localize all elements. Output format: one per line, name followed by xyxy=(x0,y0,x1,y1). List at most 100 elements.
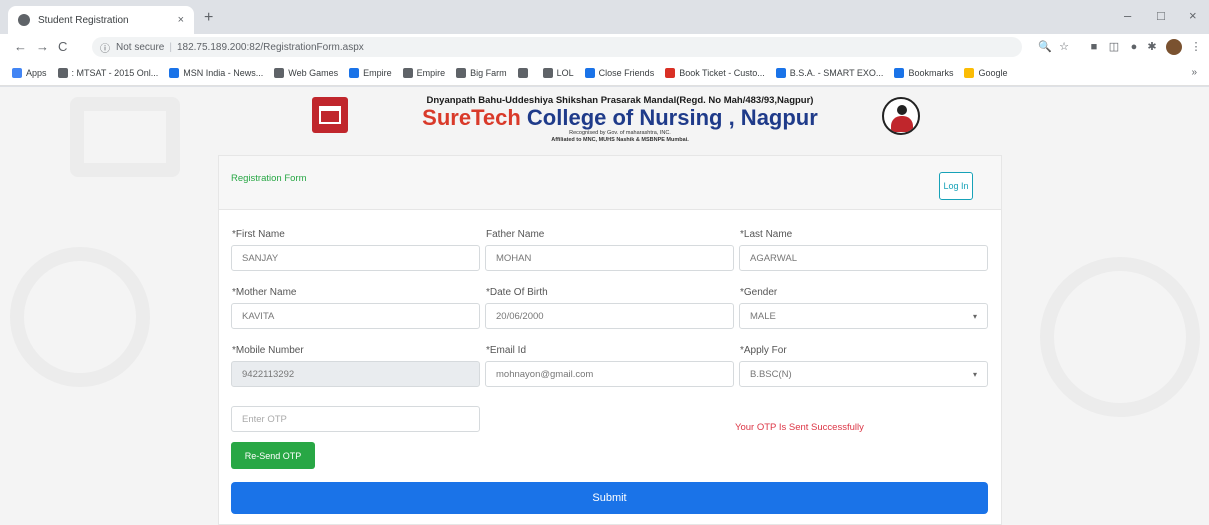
father-name-input[interactable] xyxy=(485,245,734,271)
recognition-text: Recognised by Gov. of maharashtra, INC. xyxy=(569,130,671,136)
registration-card: Registration Form Log In *First Name Fat… xyxy=(218,155,1002,525)
bookmark-favicon-icon xyxy=(402,67,413,78)
background-decoration xyxy=(10,247,150,387)
bookmark-label: Book Ticket - Custo... xyxy=(679,67,765,78)
bookmark-favicon-icon xyxy=(349,67,360,78)
back-arrow-icon[interactable]: ← xyxy=(14,39,27,54)
tab-title: Student Registration xyxy=(38,14,129,26)
bookmark-item[interactable]: Close Friends xyxy=(584,67,655,78)
bookmark-favicon-icon xyxy=(456,67,467,78)
dob-label: *Date Of Birth xyxy=(486,287,548,298)
bookmark-item[interactable]: : MTSAT - 2015 Onl... xyxy=(57,67,159,78)
bookmark-favicon-icon xyxy=(57,67,68,78)
otp-status-message: Your OTP Is Sent Successfully xyxy=(735,422,864,433)
browser-tab[interactable]: Student Registration × xyxy=(8,6,194,34)
bookmark-item[interactable] xyxy=(517,67,532,78)
reload-icon[interactable]: C xyxy=(58,39,67,54)
maximize-button[interactable]: □ xyxy=(1157,8,1165,23)
mobile-input[interactable] xyxy=(231,361,480,387)
college-name-rest: College of Nursing , Nagpur xyxy=(520,105,818,130)
chevron-down-icon: ▾ xyxy=(973,312,978,321)
info-icon: ⓘ xyxy=(100,43,110,55)
bookmark-favicon-icon xyxy=(274,67,285,78)
bookmark-favicon-icon xyxy=(542,67,553,78)
nurse-emblem xyxy=(882,97,920,135)
page-favicon-icon xyxy=(18,14,30,26)
card-header: Registration Form Log In xyxy=(219,156,1001,210)
bookmark-label: : MTSAT - 2015 Onl... xyxy=(71,67,159,78)
first-name-label: *First Name xyxy=(232,229,285,240)
father-name-label: Father Name xyxy=(486,229,545,240)
bookmark-item[interactable]: B.S.A. - SMART EXO... xyxy=(775,67,883,78)
extensions-puzzle-icon[interactable]: ✱ xyxy=(1146,41,1158,53)
zoom-icon[interactable]: 🔍 xyxy=(1038,41,1052,53)
college-brand: SureTech xyxy=(422,105,521,130)
chevron-down-icon: ▾ xyxy=(973,370,978,379)
close-window-button[interactable]: × xyxy=(1189,8,1197,23)
bookmark-label: Web Games xyxy=(288,67,339,78)
apply-for-select[interactable] xyxy=(739,361,988,387)
bookmark-item[interactable]: Web Games xyxy=(274,67,339,78)
bookmark-label: LOL xyxy=(556,67,574,78)
bookmark-item[interactable]: Empire xyxy=(349,67,392,78)
college-title-block: Dnyanpath Bahu-Uddeshiya Shikshan Prasar… xyxy=(380,95,860,144)
otp-input[interactable] xyxy=(231,406,480,432)
page-content: Dnyanpath Bahu-Uddeshiya Shikshan Prasar… xyxy=(0,87,1209,525)
login-button[interactable]: Log In xyxy=(939,172,973,200)
profile-avatar[interactable] xyxy=(1166,39,1182,55)
bookmark-favicon-icon xyxy=(894,67,905,78)
extension-icon[interactable]: ■ xyxy=(1088,41,1100,53)
bookmarks-more-icon[interactable]: » xyxy=(1191,67,1197,78)
bookmark-label: Empire xyxy=(363,67,392,78)
minimize-button[interactable]: – xyxy=(1124,8,1131,23)
url-host: 182.75.189.200 xyxy=(176,41,247,53)
bookmark-label: Apps xyxy=(26,67,47,78)
bookmark-item[interactable]: Apps xyxy=(12,67,47,78)
first-name-input[interactable] xyxy=(231,245,480,271)
dob-input[interactable] xyxy=(485,303,734,329)
bookmark-favicon-icon xyxy=(964,67,975,78)
bookmark-favicon-icon xyxy=(665,67,676,78)
bookmark-favicon-icon xyxy=(584,67,595,78)
address-divider: | xyxy=(169,41,172,53)
college-name: SureTech College of Nursing , Nagpur xyxy=(380,106,860,130)
star-icon[interactable]: ☆ xyxy=(1058,41,1070,53)
menu-kebab-icon[interactable]: ⋮ xyxy=(1190,41,1202,53)
background-decoration xyxy=(1040,257,1200,417)
bookmark-favicon-icon xyxy=(12,67,22,78)
bookmark-item[interactable]: LOL xyxy=(542,67,574,78)
security-label: Not secure xyxy=(116,41,165,53)
resend-otp-button[interactable]: Re-Send OTP xyxy=(231,442,315,469)
address-bar[interactable]: ⓘ Not secure | 182.75.189.200 :82/Regist… xyxy=(92,37,1022,57)
mother-name-label: *Mother Name xyxy=(232,287,297,298)
bookmark-item[interactable]: Big Farm xyxy=(456,67,507,78)
tab-strip: Student Registration × + – □ × xyxy=(0,0,1209,34)
new-tab-button[interactable]: + xyxy=(204,9,213,27)
bookmark-item[interactable]: Google xyxy=(964,67,1007,78)
bookmark-favicon-icon xyxy=(169,67,180,78)
bookmark-item[interactable]: Book Ticket - Custo... xyxy=(665,67,765,78)
bookmark-label: Close Friends xyxy=(598,67,655,78)
extension-icon-3[interactable]: ● xyxy=(1128,41,1140,53)
forward-arrow-icon[interactable]: → xyxy=(36,39,49,54)
bookmark-item[interactable]: MSN India - News... xyxy=(169,67,264,78)
college-header: Dnyanpath Bahu-Uddeshiya Shikshan Prasar… xyxy=(0,87,1209,147)
last-name-input[interactable] xyxy=(739,245,988,271)
tab-close-icon[interactable]: × xyxy=(178,14,184,26)
affiliation-text: Affiliated to MNC, MUHS Nashik & MSBNPE … xyxy=(551,137,689,143)
email-label: *Email Id xyxy=(486,345,527,356)
college-logo xyxy=(312,97,348,133)
bookmark-label: Empire xyxy=(416,67,446,78)
email-input[interactable] xyxy=(485,361,734,387)
bookmark-label: MSN India - News... xyxy=(183,67,264,78)
bookmark-item[interactable]: Empire xyxy=(402,67,446,78)
browser-toolbar: ← → C ⓘ Not secure | 182.75.189.200 :82/… xyxy=(0,34,1209,60)
last-name-label: *Last Name xyxy=(740,229,793,240)
bookmark-favicon-icon xyxy=(517,67,528,78)
gender-label: *Gender xyxy=(740,287,778,298)
extension-icon-2[interactable]: ◫ xyxy=(1108,41,1120,53)
mother-name-input[interactable] xyxy=(231,303,480,329)
submit-button[interactable]: Submit xyxy=(231,482,988,514)
gender-select[interactable] xyxy=(739,303,988,329)
bookmark-item[interactable]: Bookmarks xyxy=(894,67,953,78)
